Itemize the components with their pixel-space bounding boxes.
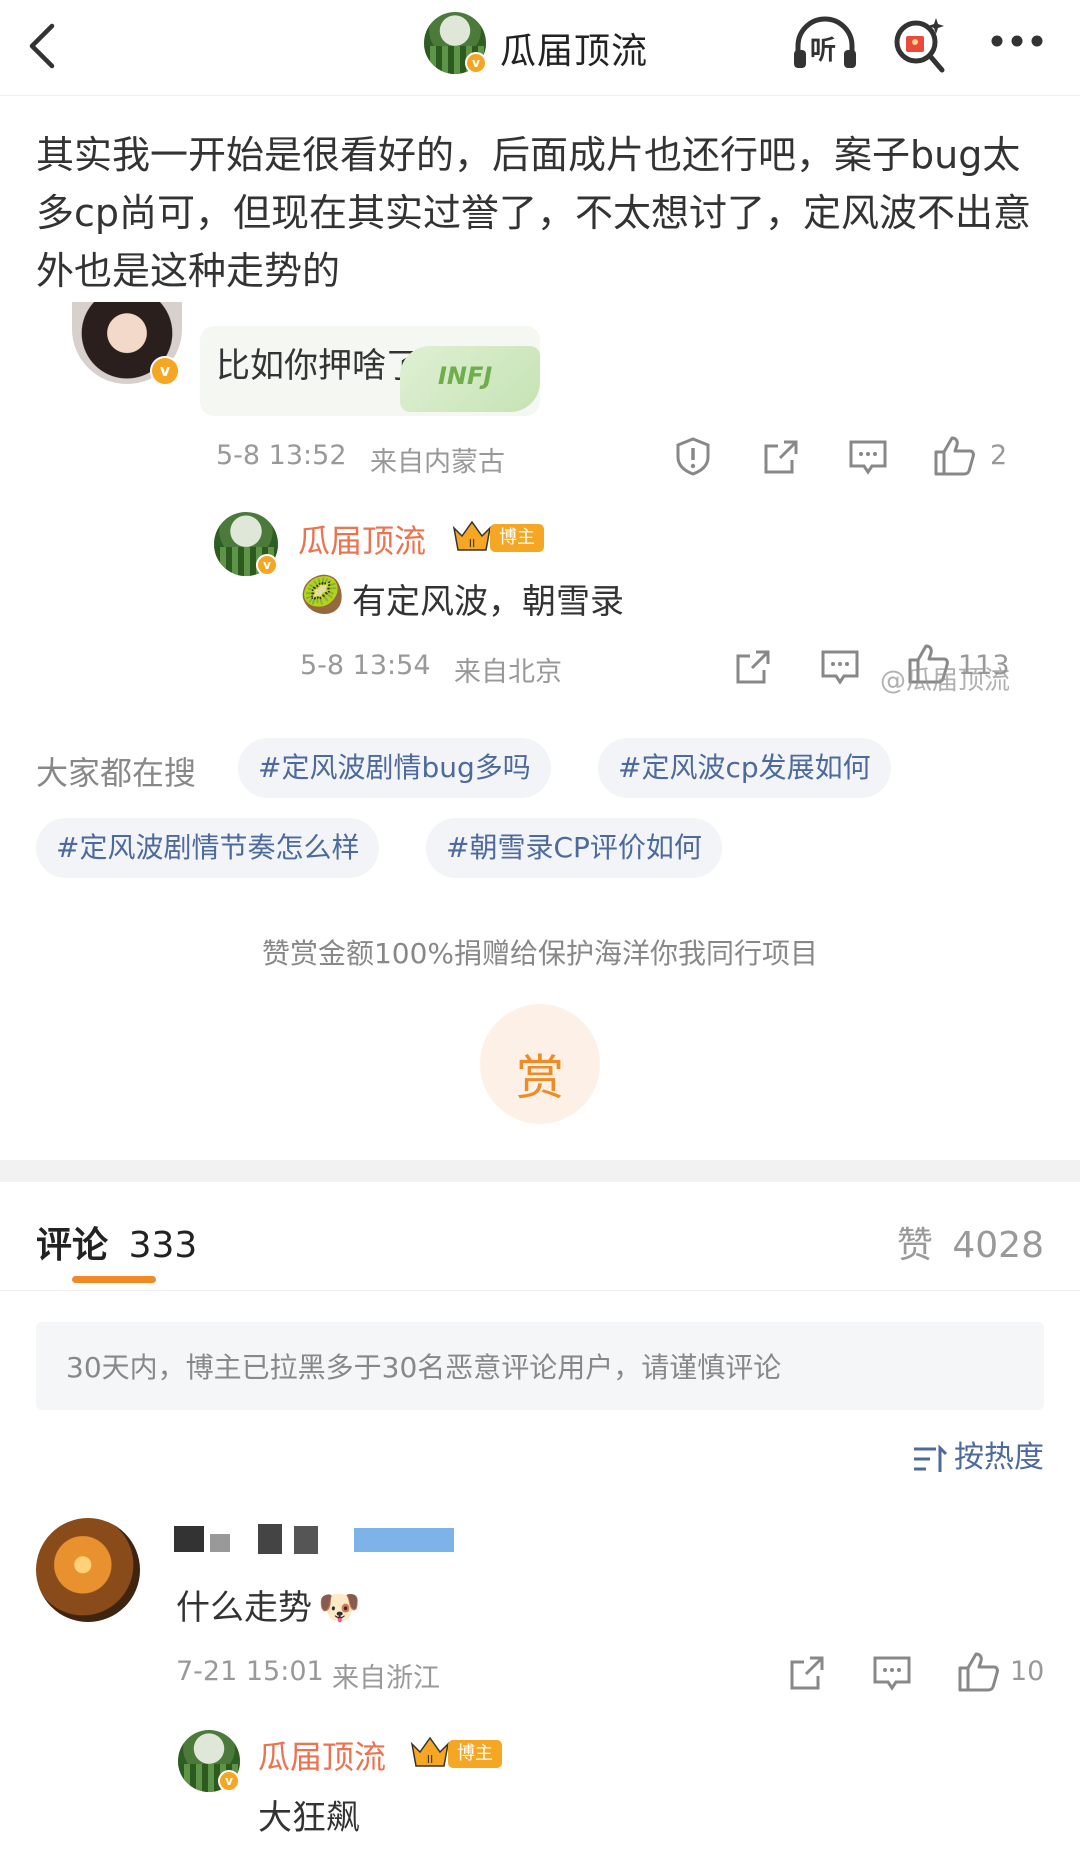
comments-count: 333 [128,1225,198,1266]
svg-text:II: II [427,1753,434,1766]
blacklist-notice: 30天内，博主已拉黑多于30名恶意评论用户，请谨慎评论 [36,1322,1044,1410]
nav-title[interactable]: 瓜届顶流 [500,22,648,74]
author-reply-text: 有定风波，朝雪录 [352,582,624,622]
like-icon[interactable] [956,1650,1000,1692]
author-username[interactable]: 瓜届顶流 [258,1732,386,1778]
search-tag[interactable]: #定风波cp发展如何 [598,738,891,798]
reward-notice: 赞赏金额100%捐赠给保护海洋你我同行项目 [261,937,819,970]
headphones-icon[interactable]: 听 [790,16,860,72]
search-redpacket-icon[interactable] [892,16,948,74]
verified-badge-icon: v [218,1770,240,1792]
reply-like-count: 2 [990,440,1008,471]
comments-tab-underline [72,1276,156,1283]
blogger-badge: 博主 [490,524,544,552]
top-nav-bar: v 瓜届顶流 听 [0,0,1080,96]
reply-text: 比如你押啥了 [216,346,420,386]
comment-like-count: 10 [1010,1656,1045,1687]
verified-badge-icon: v [465,52,487,74]
likes-tab-label: 赞 [896,1225,933,1266]
sort-label: 按热度 [954,1440,1044,1475]
likes-total-count: 4028 [952,1225,1044,1266]
author-username[interactable]: 瓜届顶流 [298,516,426,562]
blacklist-notice-text: 30天内，博主已拉黑多于30名恶意评论用户，请谨慎评论 [66,1351,782,1384]
comment-text: 什么走势 🐶 [176,1580,360,1629]
comment-icon[interactable] [820,648,860,686]
sort-button[interactable]: 按热度 [912,1432,1044,1476]
comments-tab[interactable]: 评论 333 [36,1216,197,1268]
share-icon[interactable] [734,648,772,686]
author-reply-location: 来自北京 [454,657,562,688]
reply-time: 5-8 13:52 [216,440,347,471]
author-reply-text: 大狂飙 [258,1798,360,1838]
likes-tab[interactable]: 赞 4028 [897,1216,1044,1268]
svg-text:II: II [469,537,476,550]
comments-tab-label: 评论 [36,1225,109,1266]
comment-location: 来自浙江 [332,1663,440,1694]
comment-icon[interactable] [848,438,888,476]
infj-sticker-icon: INFJ [400,346,540,412]
listen-label: 听 [810,36,837,66]
comment-text-label: 什么走势 [176,1588,312,1628]
blogger-badge: 博主 [448,1740,502,1768]
reward-button[interactable]: 赏 [480,1004,600,1124]
watermark: @瓜届顶流 [880,666,1011,696]
crown-icon: II [452,520,492,552]
post-text: 其实我一开始是很看好的，后面成片也还行吧，案子bug太多cp尚可，但现在其实过誉… [36,133,1032,293]
commenter-username-redacted [174,1524,454,1554]
comment-icon[interactable] [872,1654,912,1692]
search-tag[interactable]: #朝雪录CP评价如何 [426,818,722,878]
more-icon[interactable] [990,34,1044,48]
share-icon[interactable] [762,438,800,476]
reward-button-label: 赏 [515,1050,564,1106]
back-icon[interactable] [26,22,58,70]
author-reply-time: 5-8 13:54 [300,650,431,681]
infj-sticker-label: INFJ [438,362,493,390]
like-icon[interactable] [932,434,976,476]
share-icon[interactable] [788,1654,826,1692]
reply-location: 来自内蒙古 [370,447,505,478]
section-divider [0,1160,1080,1182]
verified-badge-icon: v [256,554,278,576]
search-tag[interactable]: #定风波剧情节奏怎么样 [36,818,380,878]
verified-badge-icon: v [150,356,180,386]
crown-icon: II [410,1736,450,1768]
doge-emoji-icon: 🐶 [318,1588,361,1628]
comment-time: 7-21 15:01 [176,1656,324,1687]
search-tag[interactable]: #定风波剧情bug多吗 [238,738,551,798]
commenter-avatar[interactable] [36,1518,140,1622]
sort-icon [912,1443,948,1474]
search-label: 大家都在搜 [36,754,197,792]
kiwi-emoji-icon: 🥝 [300,575,345,616]
report-icon[interactable] [673,436,713,476]
header-divider [0,1290,1080,1291]
